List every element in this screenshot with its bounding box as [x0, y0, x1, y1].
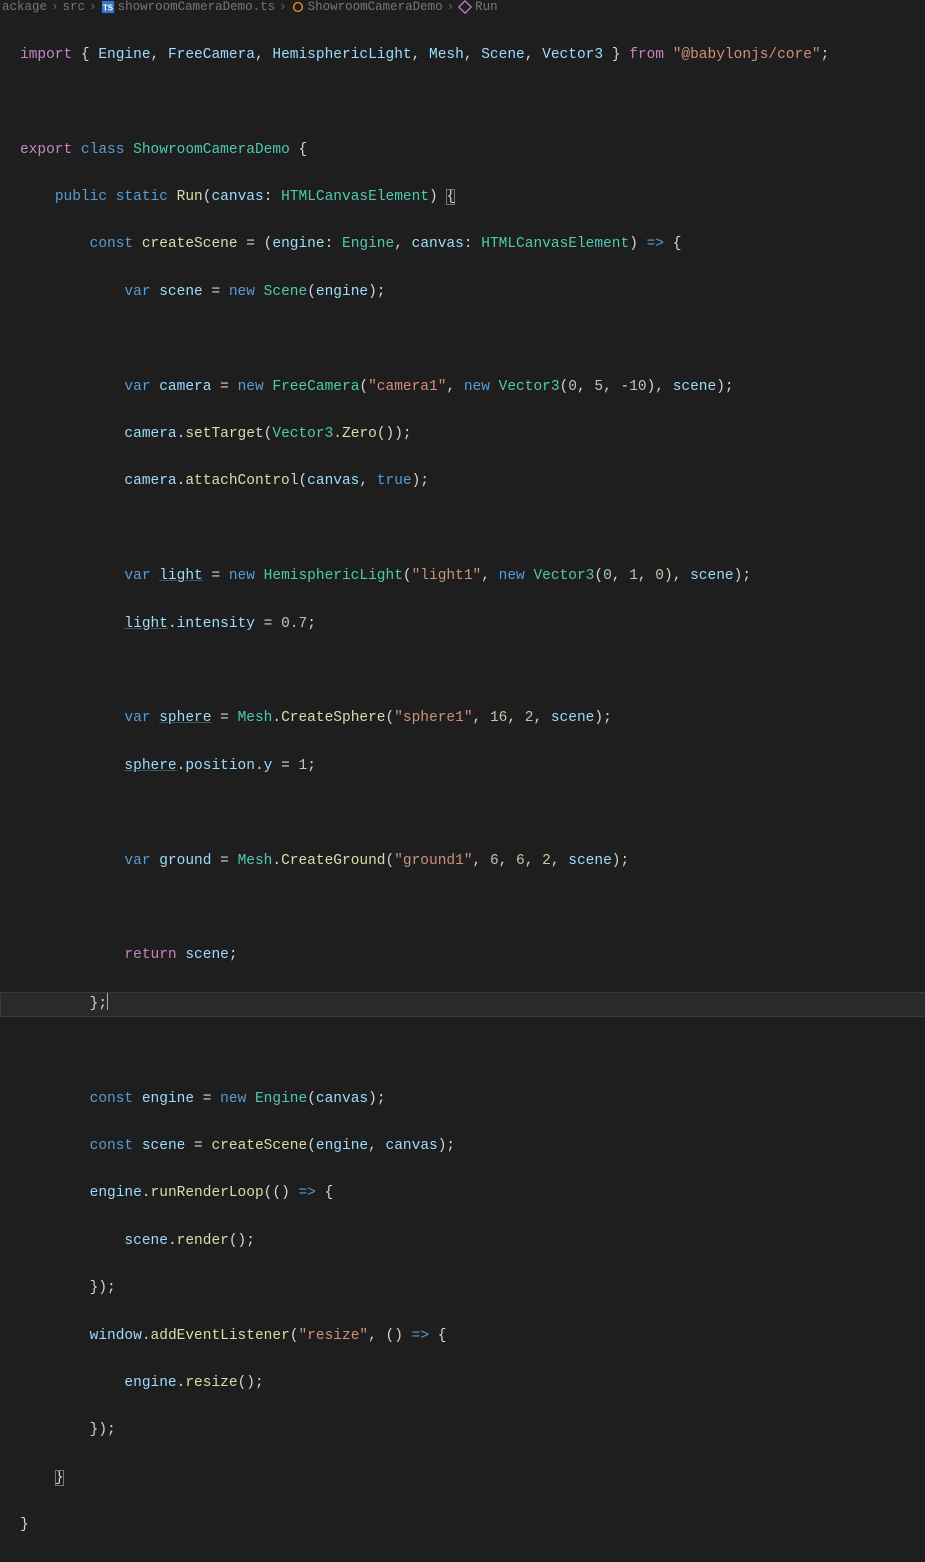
code-line-active[interactable]: };: [0, 992, 925, 1017]
breadcrumb[interactable]: ackage › src › TS showroomCameraDemo.ts …: [0, 0, 925, 14]
code-line[interactable]: camera.attachControl(canvas, true);: [20, 470, 925, 494]
chevron-right-icon: ›: [279, 0, 287, 14]
code-line[interactable]: engine.runRenderLoop(() => {: [20, 1182, 925, 1206]
code-line[interactable]: var camera = new FreeCamera("camera1", n…: [20, 376, 925, 400]
code-line[interactable]: const createScene = (engine: Engine, can…: [20, 233, 925, 257]
code-line[interactable]: var light = new HemisphericLight("light1…: [20, 565, 925, 589]
code-line[interactable]: [20, 660, 925, 684]
code-line[interactable]: [20, 1040, 925, 1064]
code-line[interactable]: export class ShowroomCameraDemo {: [20, 139, 925, 163]
code-line[interactable]: public static Run(canvas: HTMLCanvasElem…: [20, 186, 925, 210]
chevron-right-icon: ›: [89, 0, 97, 14]
code-line[interactable]: engine.resize();: [20, 1372, 925, 1396]
breadcrumb-part[interactable]: Run: [475, 0, 498, 14]
code-line[interactable]: });: [20, 1419, 925, 1443]
code-line[interactable]: var ground = Mesh.CreateGround("ground1"…: [20, 850, 925, 874]
typescript-file-icon: TS: [101, 0, 115, 14]
code-line[interactable]: [20, 328, 925, 352]
chevron-right-icon: ›: [51, 0, 59, 14]
code-line[interactable]: [20, 802, 925, 826]
code-line[interactable]: [20, 897, 925, 921]
breadcrumb-part[interactable]: ShowroomCameraDemo: [308, 0, 443, 14]
code-line[interactable]: light.intensity = 0.7;: [20, 613, 925, 637]
code-line[interactable]: sphere.position.y = 1;: [20, 755, 925, 779]
code-line[interactable]: scene.render();: [20, 1230, 925, 1254]
text-cursor: [107, 992, 108, 1010]
breadcrumb-part[interactable]: ackage: [2, 0, 47, 14]
code-line[interactable]: });: [20, 1277, 925, 1301]
code-editor[interactable]: import { Engine, FreeCamera, Hemispheric…: [0, 14, 925, 1562]
code-line[interactable]: }: [20, 1467, 925, 1491]
code-line[interactable]: var scene = new Scene(engine);: [20, 281, 925, 305]
class-icon: [291, 0, 305, 14]
chevron-right-icon: ›: [447, 0, 455, 14]
code-line[interactable]: const scene = createScene(engine, canvas…: [20, 1135, 925, 1159]
bracket-match-close: }: [55, 1470, 64, 1486]
code-line[interactable]: [20, 518, 925, 542]
method-icon: [458, 0, 472, 14]
svg-text:TS: TS: [103, 4, 113, 13]
breadcrumb-part[interactable]: showroomCameraDemo.ts: [118, 0, 276, 14]
bracket-match-open: {: [446, 189, 455, 205]
code-line[interactable]: camera.setTarget(Vector3.Zero());: [20, 423, 925, 447]
code-line[interactable]: [20, 91, 925, 115]
breadcrumb-part[interactable]: src: [63, 0, 86, 14]
code-line[interactable]: var sphere = Mesh.CreateSphere("sphere1"…: [20, 707, 925, 731]
code-line[interactable]: import { Engine, FreeCamera, Hemispheric…: [20, 44, 925, 68]
code-line[interactable]: return scene;: [20, 944, 925, 968]
code-line[interactable]: window.addEventListener("resize", () => …: [20, 1325, 925, 1349]
code-line[interactable]: }: [20, 1514, 925, 1538]
code-line[interactable]: const engine = new Engine(canvas);: [20, 1088, 925, 1112]
